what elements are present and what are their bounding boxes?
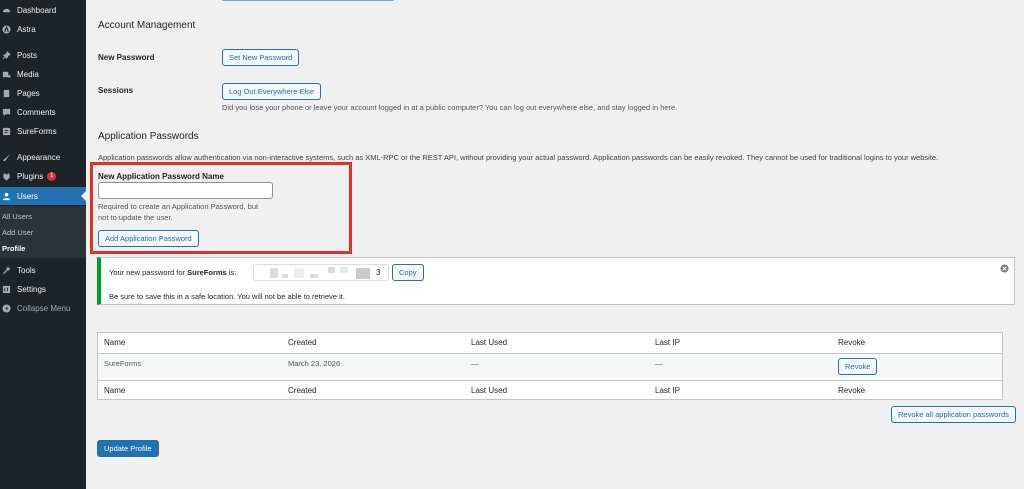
update-profile-button[interactable]: Update Profile: [97, 440, 159, 457]
new-password-label: New Password: [98, 53, 155, 62]
sidebar-item-media[interactable]: Media: [0, 65, 86, 83]
logout-description: Did you lose your phone or leave your ac…: [222, 103, 678, 112]
truncated-links: [222, 0, 394, 1]
redacted-block: [328, 267, 335, 273]
account-management-heading: Account Management: [98, 20, 196, 31]
submenu-add-user[interactable]: Add User: [2, 228, 33, 237]
pages-icon: [2, 89, 11, 98]
row-last-used: —: [471, 359, 479, 368]
header-revoke: Revoke: [838, 338, 866, 347]
sidebar-item-sureforms[interactable]: SureForms: [0, 122, 86, 140]
header-last-ip: Last IP: [655, 338, 680, 347]
header-name: Name: [104, 338, 126, 347]
redacted-block: [340, 267, 348, 273]
sureforms-icon: [2, 127, 11, 136]
row-created: March 23, 2026: [288, 359, 341, 368]
notice-warning: Be sure to save this in a safe location.…: [109, 292, 345, 301]
notice-app-name: SureForms: [187, 268, 227, 277]
pin-icon: [2, 50, 11, 60]
sidebar-item-users[interactable]: Users: [0, 187, 86, 205]
annotation-highlight-box: [90, 162, 352, 254]
sidebar-item-pages[interactable]: Pages: [0, 84, 86, 102]
revoke-sureforms-button[interactable]: Revoke: [838, 358, 878, 375]
footer-last-ip: Last IP: [655, 386, 680, 395]
new-password-field[interactable]: 3: [253, 264, 389, 281]
revoke-all-app-passwords-button[interactable]: Revoke all application passwords: [891, 406, 1016, 423]
set-new-password-button[interactable]: Set New Password: [222, 49, 300, 66]
redacted-block: [310, 274, 318, 278]
footer-created: Created: [288, 386, 317, 395]
redacted-block: [356, 268, 370, 279]
plugin-icon: [2, 172, 11, 181]
plugins-update-badge: 1: [47, 171, 57, 181]
redacted-block: [270, 268, 278, 278]
sidebar-item-posts[interactable]: Posts: [0, 46, 86, 64]
collapse-icon: [2, 303, 11, 313]
redacted-block: [282, 274, 288, 278]
admin-sidebar: Dashboard Astra Posts Media Pages Commen…: [0, 0, 86, 489]
submenu-all-users[interactable]: All Users: [2, 212, 32, 221]
users-submenu: All Users Add User Profile: [0, 206, 86, 258]
users-icon: [2, 192, 11, 201]
comment-icon: [2, 108, 11, 117]
footer-name: Name: [104, 386, 126, 395]
footer-last-used: Last Used: [471, 386, 508, 395]
sidebar-item-tools[interactable]: Tools: [0, 261, 86, 279]
password-tail: 3: [376, 268, 381, 277]
application-passwords-heading: Application Passwords: [98, 131, 199, 142]
sidebar-item-dashboard[interactable]: Dashboard: [0, 1, 86, 19]
collapse-menu-button[interactable]: Collapse Menu: [0, 299, 86, 317]
sidebar-item-comments[interactable]: Comments: [0, 103, 86, 121]
sidebar-item-appearance[interactable]: Appearance: [0, 148, 86, 166]
notice-text: Your new password for SureForms is:: [109, 268, 237, 277]
copy-password-button[interactable]: Copy: [392, 264, 424, 281]
application-passwords-table: Name Created Last Used Last IP Revoke Su…: [97, 332, 1003, 400]
sidebar-item-plugins[interactable]: Plugins 1: [0, 167, 86, 185]
submenu-profile[interactable]: Profile: [2, 244, 25, 253]
sidebar-item-astra[interactable]: Astra: [0, 20, 86, 38]
row-last-ip: —: [655, 359, 663, 368]
header-last-used: Last Used: [471, 338, 508, 347]
astra-icon: [2, 24, 11, 34]
redacted-block: [294, 268, 304, 278]
wrench-icon: [2, 266, 11, 275]
row-name: SureForms: [104, 359, 142, 368]
dashboard-icon: [2, 6, 11, 15]
footer-revoke: Revoke: [838, 386, 866, 395]
media-icon: [2, 70, 11, 79]
application-passwords-description: Application passwords allow authenticati…: [98, 153, 939, 162]
new-password-notice: Your new password for SureForms is: 3 Co…: [97, 257, 1015, 305]
header-created: Created: [288, 338, 317, 347]
log-out-everywhere-button[interactable]: Log Out Everywhere Else: [222, 83, 322, 100]
sessions-label: Sessions: [98, 86, 134, 95]
settings-icon: [2, 285, 11, 294]
sidebar-item-settings[interactable]: Settings: [0, 280, 86, 298]
brush-icon: [2, 153, 11, 162]
dismiss-notice-icon[interactable]: [1000, 264, 1009, 275]
